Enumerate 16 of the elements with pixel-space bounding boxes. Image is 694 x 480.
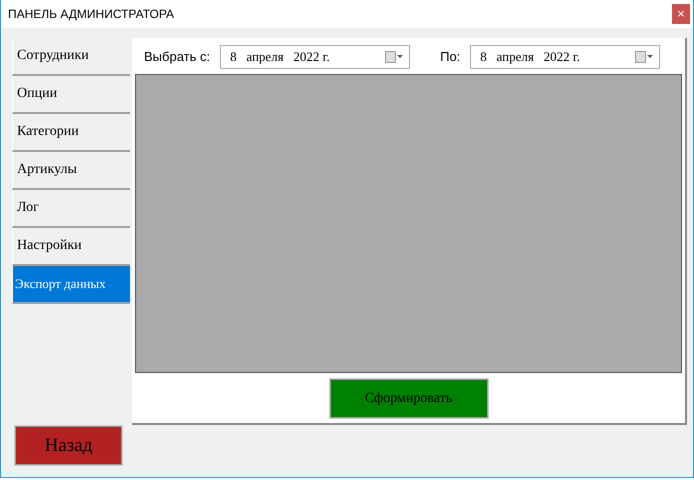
sidebar-tab[interactable]: Артикулы xyxy=(12,152,130,190)
calendar-dropdown-icon[interactable] xyxy=(385,50,404,63)
calendar-dropdown-icon[interactable] xyxy=(635,50,654,63)
sidebar-tab[interactable]: Сотрудники xyxy=(12,38,130,76)
generate-button[interactable]: Сформировать xyxy=(328,378,488,419)
sidebar-tab[interactable]: Экспорт данных xyxy=(12,266,130,304)
date-label: Выбрать с: xyxy=(144,49,210,64)
date-label: По: xyxy=(440,49,460,64)
sidebar-tab[interactable]: Настройки xyxy=(12,228,130,266)
date-picker[interactable]: 8 апреля 2022 г. xyxy=(220,44,410,69)
sidebar-tab[interactable]: Лог xyxy=(12,190,130,228)
window-title: ПАНЕЛЬ АДМИНИСТРАТОРА xyxy=(8,7,174,21)
sidebar-tab[interactable]: Опции xyxy=(12,76,130,114)
date-picker[interactable]: 8 апреля 2022 г. xyxy=(470,44,660,69)
sidebar-tab[interactable]: Категории xyxy=(12,114,130,152)
close-button[interactable]: × xyxy=(672,4,690,24)
